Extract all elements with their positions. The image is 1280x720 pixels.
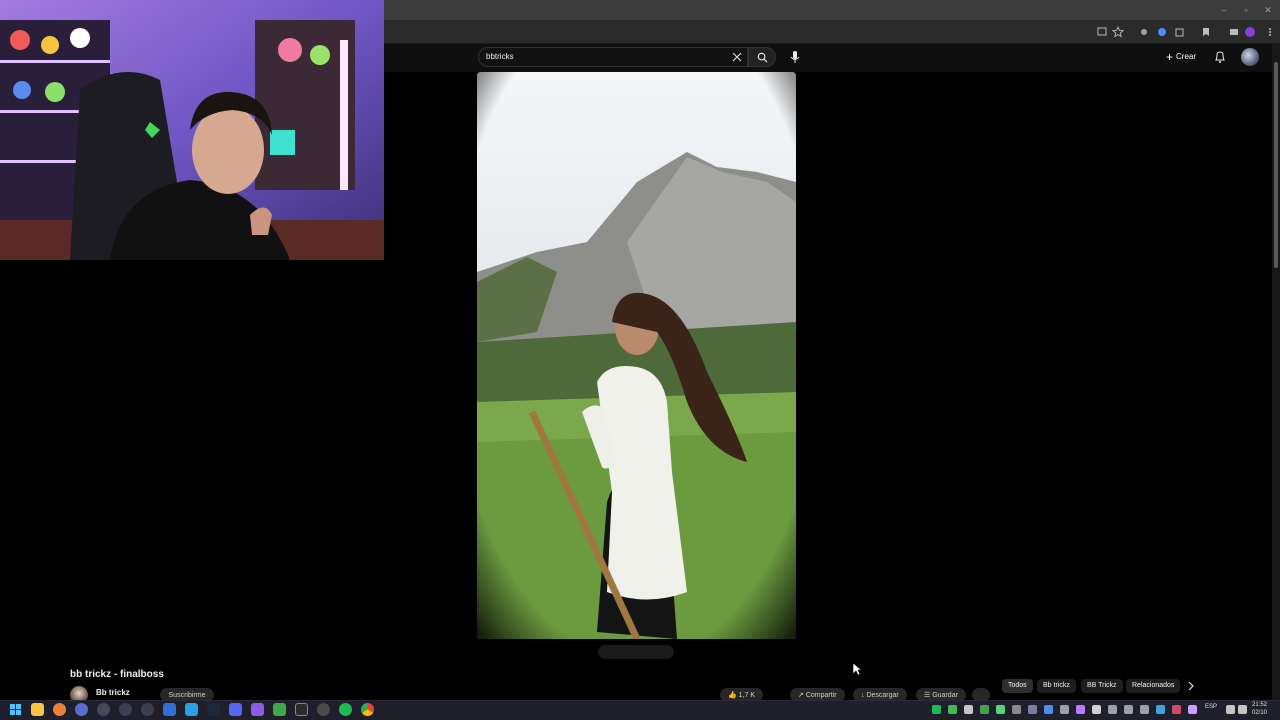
save-icon: ☰: [924, 692, 933, 699]
tray-icon[interactable]: [1044, 705, 1053, 714]
plus-icon: +: [1166, 50, 1174, 64]
microphone-icon[interactable]: [788, 49, 802, 65]
video-frame: [477, 72, 796, 639]
tray-icon[interactable]: [932, 705, 941, 714]
tray-icon[interactable]: [1188, 705, 1197, 714]
tray-icon[interactable]: [1092, 705, 1101, 714]
spotify-icon[interactable]: [339, 703, 352, 716]
windows-start-icon[interactable]: [9, 703, 22, 716]
tray-icon[interactable]: [948, 705, 957, 714]
app-icon[interactable]: [119, 703, 132, 716]
create-label: Crear: [1176, 52, 1197, 61]
create-button[interactable]: + Crear: [1166, 50, 1196, 64]
extension-icon[interactable]: [1138, 26, 1150, 38]
chip-bb-trickz-upper[interactable]: BB Trickz: [1081, 679, 1123, 693]
share-label: Compartir: [805, 692, 837, 699]
thumbs-up-icon: 👍: [728, 692, 739, 699]
volume-icon[interactable]: [1238, 705, 1247, 714]
clear-search-icon[interactable]: [731, 51, 743, 63]
account-avatar[interactable]: [1241, 48, 1259, 66]
save-label: Guardar: [932, 692, 958, 699]
app-icon[interactable]: [295, 703, 308, 716]
language-indicator[interactable]: ESP: [1205, 704, 1217, 710]
network-icon[interactable]: [1226, 705, 1235, 714]
search-input[interactable]: bbtricks: [478, 47, 748, 67]
file-explorer-icon[interactable]: [31, 703, 44, 716]
app-icon[interactable]: [185, 703, 198, 716]
search-app-icon[interactable]: [53, 703, 66, 716]
chevron-right-icon[interactable]: [1185, 679, 1197, 693]
chip-bb-trickz[interactable]: Bb trickz: [1037, 679, 1076, 693]
bookmark-star-icon[interactable]: [1112, 26, 1124, 38]
like-count: 1,7 K: [738, 692, 756, 699]
video-title: bb trickz - finalboss: [70, 669, 164, 680]
scrollbar-thumb[interactable]: [1274, 62, 1278, 268]
tray-icon[interactable]: [1028, 705, 1037, 714]
tray-icon[interactable]: [1172, 705, 1181, 714]
more-menu-icon[interactable]: [1264, 26, 1276, 38]
bell-icon[interactable]: [1214, 50, 1226, 64]
app-icon[interactable]: [317, 703, 330, 716]
tray-icon[interactable]: [1076, 705, 1085, 714]
app-icon[interactable]: [251, 703, 264, 716]
search-icon: [757, 52, 768, 63]
app-icon[interactable]: [97, 703, 110, 716]
mouse-cursor-icon: [852, 662, 862, 676]
app-icon[interactable]: [141, 703, 154, 716]
download-label: Descargar: [866, 692, 899, 699]
clock-date: 02/10: [1252, 710, 1268, 716]
tray-icon[interactable]: [1140, 705, 1149, 714]
share-icon: ↗: [798, 692, 806, 699]
chip-relacionados[interactable]: Relacionados: [1126, 679, 1181, 693]
extension-icon[interactable]: [1156, 26, 1168, 38]
channel-name[interactable]: Bb trickz: [96, 688, 130, 697]
app-icon[interactable]: [273, 703, 286, 716]
chrome-icon[interactable]: [361, 703, 374, 716]
tray-icon[interactable]: [964, 705, 973, 714]
system-clock[interactable]: 21:52 02/10: [1252, 701, 1267, 717]
app-icon[interactable]: [163, 703, 176, 716]
app-v-icon[interactable]: [75, 703, 88, 716]
tray-icon[interactable]: [996, 705, 1005, 714]
puzzle-icon[interactable]: [1174, 26, 1186, 38]
tray-icon[interactable]: [980, 705, 989, 714]
app-icon[interactable]: [229, 703, 242, 716]
webcam-scene: [0, 0, 384, 260]
profile-icon[interactable]: [1244, 26, 1256, 38]
tray-icon[interactable]: [1156, 705, 1165, 714]
player-controls-pill[interactable]: [598, 645, 674, 659]
tray-icon[interactable]: [1108, 705, 1117, 714]
tray-icon[interactable]: [1012, 705, 1021, 714]
tray-icon[interactable]: [1124, 705, 1133, 714]
extension-icon[interactable]: [1228, 26, 1240, 38]
maximize-icon[interactable]: ▫: [1240, 4, 1252, 16]
close-window-icon[interactable]: ✕: [1262, 4, 1274, 16]
clock-time: 21:52: [1252, 702, 1268, 708]
install-app-icon[interactable]: [1096, 26, 1108, 38]
tray-icon[interactable]: [1060, 705, 1069, 714]
webcam-overlay: [0, 0, 384, 260]
steam-icon[interactable]: [207, 703, 220, 716]
chip-todos[interactable]: Todos: [1002, 679, 1033, 693]
minimize-icon[interactable]: –: [1218, 4, 1230, 16]
bookmarks-icon[interactable]: [1200, 26, 1212, 38]
search-button[interactable]: [748, 47, 776, 67]
video-player[interactable]: [477, 72, 796, 639]
